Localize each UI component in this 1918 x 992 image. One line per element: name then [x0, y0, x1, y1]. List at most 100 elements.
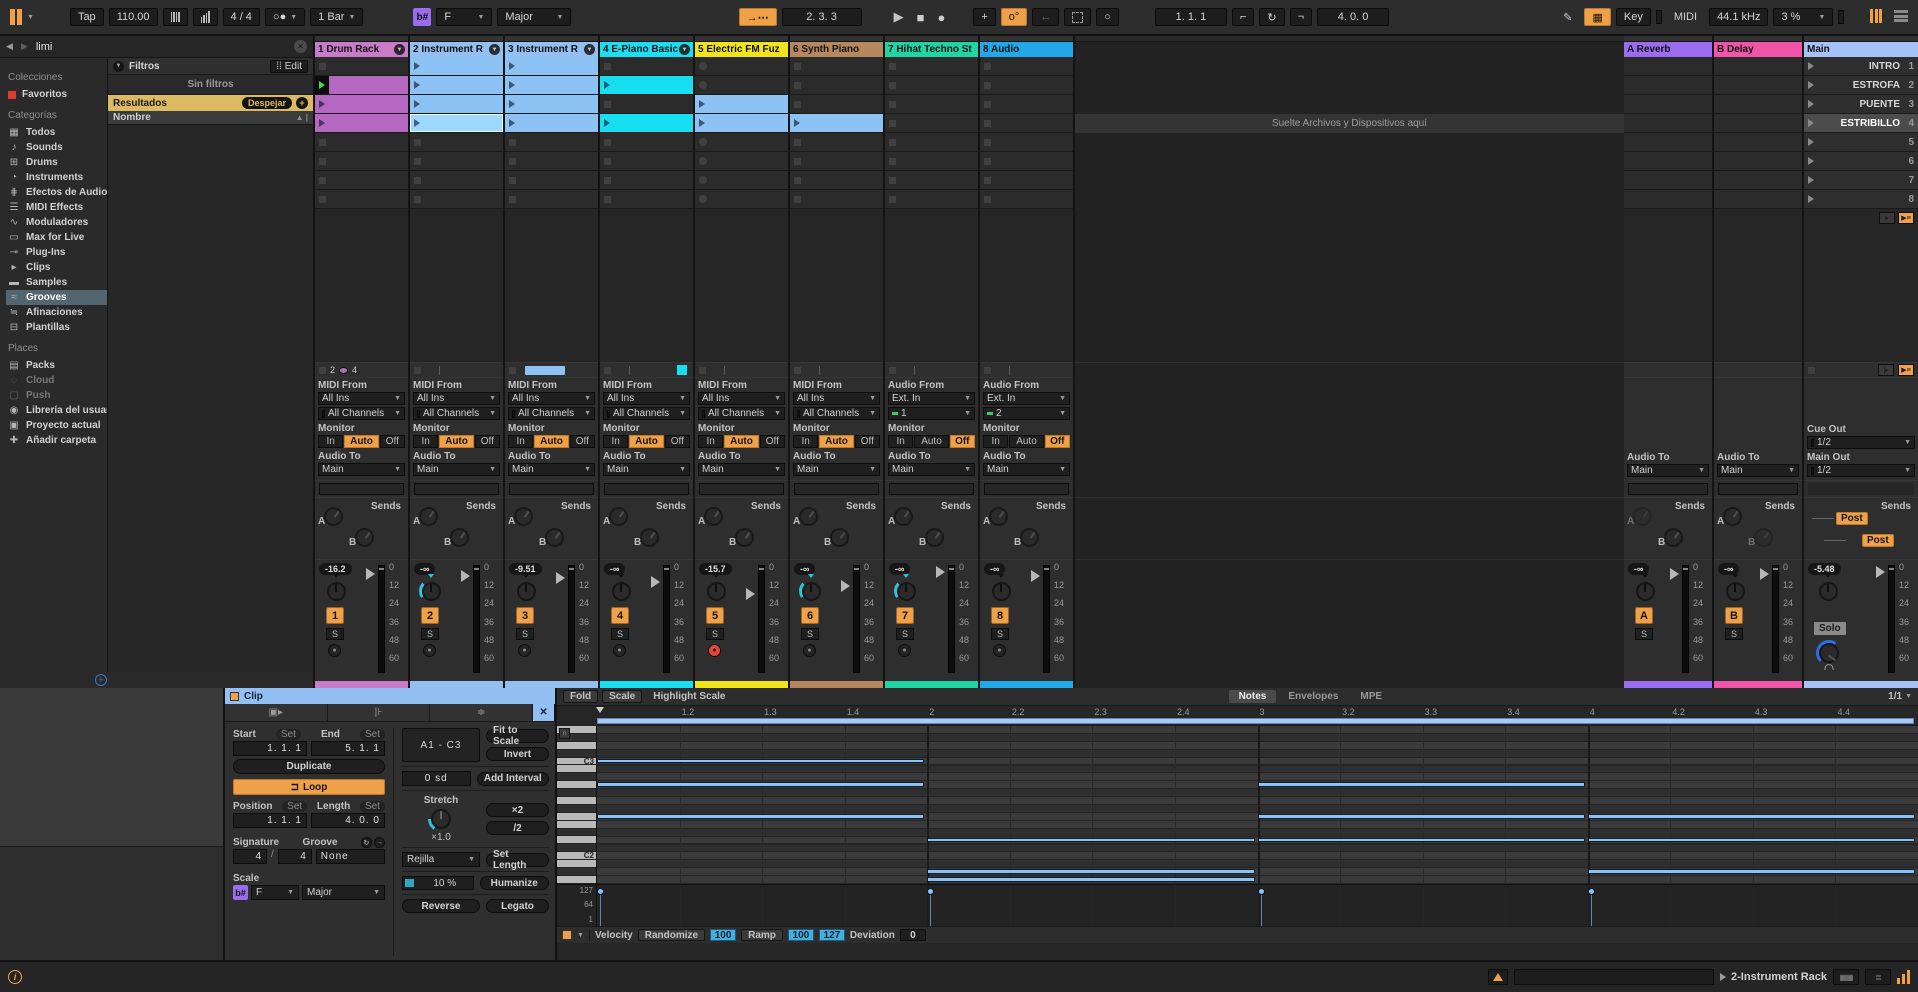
- scene-launch-icon[interactable]: [1808, 138, 1814, 146]
- input-select[interactable]: All Ins▼: [793, 392, 880, 405]
- monitor-auto-button[interactable]: Auto: [629, 435, 663, 448]
- input-select[interactable]: All Ins▼: [318, 392, 405, 405]
- clip-slot[interactable]: [790, 95, 883, 114]
- monitor-in-button[interactable]: In: [888, 435, 913, 448]
- browser-info-toggle-icon[interactable]: +: [95, 674, 107, 686]
- nudge-down-button[interactable]: [163, 8, 188, 26]
- record-button[interactable]: ●: [933, 10, 949, 25]
- search-clear-icon[interactable]: ✕: [294, 40, 307, 53]
- input-select[interactable]: All Ins▼: [413, 392, 500, 405]
- monitor-off-button[interactable]: Off: [950, 435, 975, 448]
- beat-time-ruler[interactable]: 1.21.31.422.22.32.433.23.33.444.24.34.4: [597, 706, 1918, 726]
- arm-button[interactable]: ●: [993, 644, 1006, 657]
- clip-slot[interactable]: [980, 95, 1073, 114]
- midi-note-Bb1[interactable]: [927, 869, 1254, 874]
- track-activator-button[interactable]: 2: [421, 607, 439, 624]
- clip-slot[interactable]: [410, 152, 503, 171]
- browser-forward-button[interactable]: ▶: [21, 41, 28, 52]
- preview-headphone-icon[interactable]: ∩: [559, 728, 570, 739]
- volume-fader-handle[interactable]: [936, 566, 945, 578]
- clip-slot[interactable]: [695, 57, 788, 76]
- scene-launch-icon[interactable]: [1808, 81, 1814, 89]
- input-channel-select[interactable]: All Channels▼: [603, 407, 690, 420]
- send-b-knob[interactable]: B: [735, 528, 754, 547]
- clip-slot[interactable]: [695, 152, 788, 171]
- clip-slot[interactable]: [410, 95, 503, 114]
- groove-apply-icon[interactable]: →: [374, 837, 385, 848]
- clip-scale-icon[interactable]: b#: [233, 885, 248, 900]
- midi-note-A1[interactable]: [927, 877, 1254, 882]
- piano-key-B2[interactable]: [557, 765, 596, 773]
- clip-slot[interactable]: [885, 171, 978, 190]
- arrangement-position-field[interactable]: 2. 3. 3: [782, 8, 862, 26]
- track-activator-button[interactable]: 5: [706, 607, 724, 624]
- monitor-in-button[interactable]: In: [793, 435, 818, 448]
- output-select[interactable]: Main▼: [508, 463, 595, 476]
- sidebar-item-packs[interactable]: ▤Packs: [6, 358, 107, 373]
- play-button[interactable]: ▶: [890, 9, 908, 25]
- monitor-switch[interactable]: InAutoOff: [508, 435, 595, 448]
- end-field[interactable]: 5. 1. 1: [311, 741, 385, 756]
- ramp-button[interactable]: Ramp: [741, 929, 783, 941]
- monitor-off-button[interactable]: Off: [380, 435, 405, 448]
- search-input[interactable]: limi: [36, 41, 286, 53]
- deviation-field[interactable]: 0: [900, 929, 926, 941]
- pan-knob[interactable]: [989, 579, 1013, 603]
- piano-key-Bb2[interactable]: [557, 773, 596, 781]
- pan-knob[interactable]: [609, 579, 633, 603]
- monitor-switch[interactable]: InAutoOff: [413, 435, 500, 448]
- quantization-menu[interactable]: 1 Bar ▼: [310, 8, 363, 26]
- piano-key-A2[interactable]: [557, 781, 596, 789]
- duplicate-button[interactable]: Duplicate: [233, 759, 385, 774]
- draw-mode-button[interactable]: ✎: [1556, 8, 1579, 26]
- clip-slot[interactable]: [505, 76, 598, 95]
- clip-slot[interactable]: [315, 95, 408, 114]
- sidebar-item-afinaciones[interactable]: ≒Afinaciones: [6, 305, 107, 320]
- device-title[interactable]: 2-Instrument Rack: [1720, 971, 1827, 983]
- midi-note-D2[interactable]: [1588, 838, 1915, 843]
- solo-button[interactable]: S: [421, 628, 439, 640]
- info-view-icon[interactable]: i: [8, 970, 22, 984]
- clip-slot[interactable]: [695, 133, 788, 152]
- scene-row-3[interactable]: PUENTE3: [1804, 95, 1918, 114]
- volume-fader-handle[interactable]: [1670, 568, 1679, 580]
- monitor-auto-button[interactable]: Auto: [724, 435, 758, 448]
- sidebar-item-sounds[interactable]: ♪Sounds: [6, 140, 107, 155]
- clip-slot[interactable]: [315, 190, 408, 209]
- scene-launch-icon[interactable]: [1808, 157, 1814, 165]
- midi-note-F2[interactable]: [1258, 814, 1585, 819]
- loop-button[interactable]: ⊐ Loop: [233, 779, 385, 795]
- monitor-switch[interactable]: InAutoOff: [793, 435, 880, 448]
- track-activator-button[interactable]: 6: [801, 607, 819, 624]
- track-fold-icon[interactable]: ▼: [489, 44, 500, 55]
- input-channel-select[interactable]: All Channels▼: [793, 407, 880, 420]
- scale-name-menu[interactable]: Major▼: [497, 8, 571, 26]
- clip-slot[interactable]: [695, 95, 788, 114]
- send-b-knob[interactable]: B: [925, 528, 944, 547]
- clip-overview-toggle-icon[interactable]: ▸: [1879, 212, 1895, 224]
- volume-fader-handle[interactable]: [366, 568, 375, 580]
- output-select[interactable]: Main▼: [318, 463, 405, 476]
- clip-slot[interactable]: [315, 76, 408, 95]
- monitor-auto-button[interactable]: Auto: [819, 435, 853, 448]
- arm-button[interactable]: ●: [898, 644, 911, 657]
- scale-root-menu[interactable]: F▼: [436, 8, 492, 26]
- piano-key-G2[interactable]: [557, 797, 596, 805]
- input-channel-select[interactable]: All Channels▼: [413, 407, 500, 420]
- monitor-in-button[interactable]: In: [603, 435, 628, 448]
- session-drop-zone[interactable]: Suelte Archivos y Dispositivos aquí: [1075, 36, 1624, 688]
- clip-slot[interactable]: [790, 190, 883, 209]
- scene-launch-icon[interactable]: [1808, 176, 1814, 184]
- sidebar-item-favoritos[interactable]: Favoritos: [6, 87, 107, 102]
- clip-panel-header[interactable]: Clip: [225, 688, 555, 704]
- clip-slot[interactable]: [600, 76, 693, 95]
- lane-select-chevron-icon[interactable]: ▼: [577, 932, 584, 939]
- scale-fold-button[interactable]: Scale: [602, 690, 642, 703]
- volume-fader-handle[interactable]: [556, 572, 565, 584]
- tab-notes[interactable]: Notes: [1229, 690, 1277, 703]
- track-activator-button[interactable]: 7: [896, 607, 914, 624]
- clip-slot[interactable]: [600, 171, 693, 190]
- sidebar-item-midi-effects[interactable]: ☰MIDI Effects: [6, 200, 107, 215]
- set-start-button[interactable]: Set: [276, 729, 301, 740]
- pan-knob[interactable]: [1633, 579, 1657, 603]
